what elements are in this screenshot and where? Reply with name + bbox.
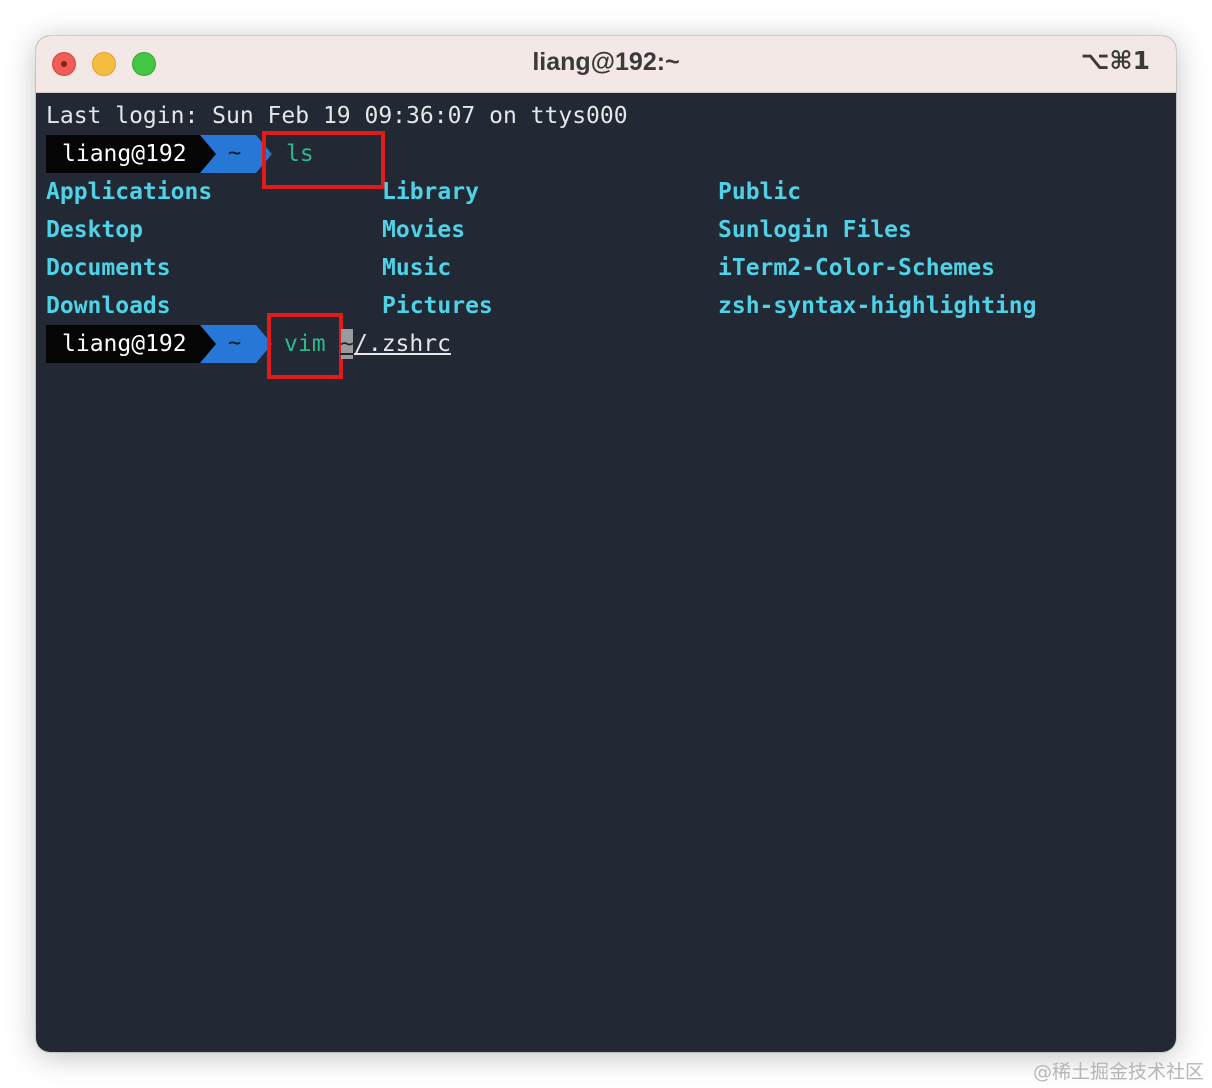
dir-entry: Documents xyxy=(46,255,171,281)
dir-entry: Music xyxy=(382,255,452,281)
highlight-box-ls xyxy=(262,131,385,189)
argument-cursor-char: ~ xyxy=(340,331,354,357)
dir-entry: Applications xyxy=(46,179,213,205)
prompt-user-text: liang@192 xyxy=(62,141,187,167)
dir-entry: Movies xyxy=(382,217,466,243)
prompt-separator-icon xyxy=(200,135,216,173)
dir-entry: iTerm2-Color-Schemes xyxy=(718,255,995,281)
watermark: @稀土掘金技术社区 xyxy=(1032,1061,1204,1083)
dir-entry: Public xyxy=(718,179,802,205)
prompt-user-segment: liang@192 xyxy=(46,325,200,363)
dir-entry: Downloads xyxy=(46,293,171,319)
terminal-content[interactable]: Last login: Sun Feb 19 09:36:07 on ttys0… xyxy=(36,93,1176,1052)
window-title: liang@192:~ xyxy=(532,48,680,76)
prompt-user-segment: liang@192 xyxy=(46,135,200,173)
prompt-dir-text: ~ xyxy=(228,141,242,166)
prompt-separator-icon xyxy=(200,325,216,363)
prompt-user-text: liang@192 xyxy=(62,331,187,357)
window-shortcut-label: ⌥⌘1 xyxy=(1080,46,1150,75)
dir-entry: Pictures xyxy=(382,293,493,319)
terminal-window: liang@192:~ ⌥⌘1 Last login: Sun Feb 19 0… xyxy=(36,36,1176,1052)
dir-entry: Library xyxy=(382,179,479,205)
prompt-dir-text: ~ xyxy=(228,331,242,356)
last-login-line: Last login: Sun Feb 19 09:36:07 on ttys0… xyxy=(46,103,628,129)
dir-entry: Desktop xyxy=(46,217,143,243)
command-argument: /.zshrc xyxy=(354,331,451,357)
title-bar: liang@192:~ ⌥⌘1 xyxy=(36,36,1176,93)
dir-entry: zsh-syntax-highlighting xyxy=(718,293,1037,319)
highlight-box-vim xyxy=(267,313,343,379)
dir-entry: Sunlogin Files xyxy=(718,217,912,243)
